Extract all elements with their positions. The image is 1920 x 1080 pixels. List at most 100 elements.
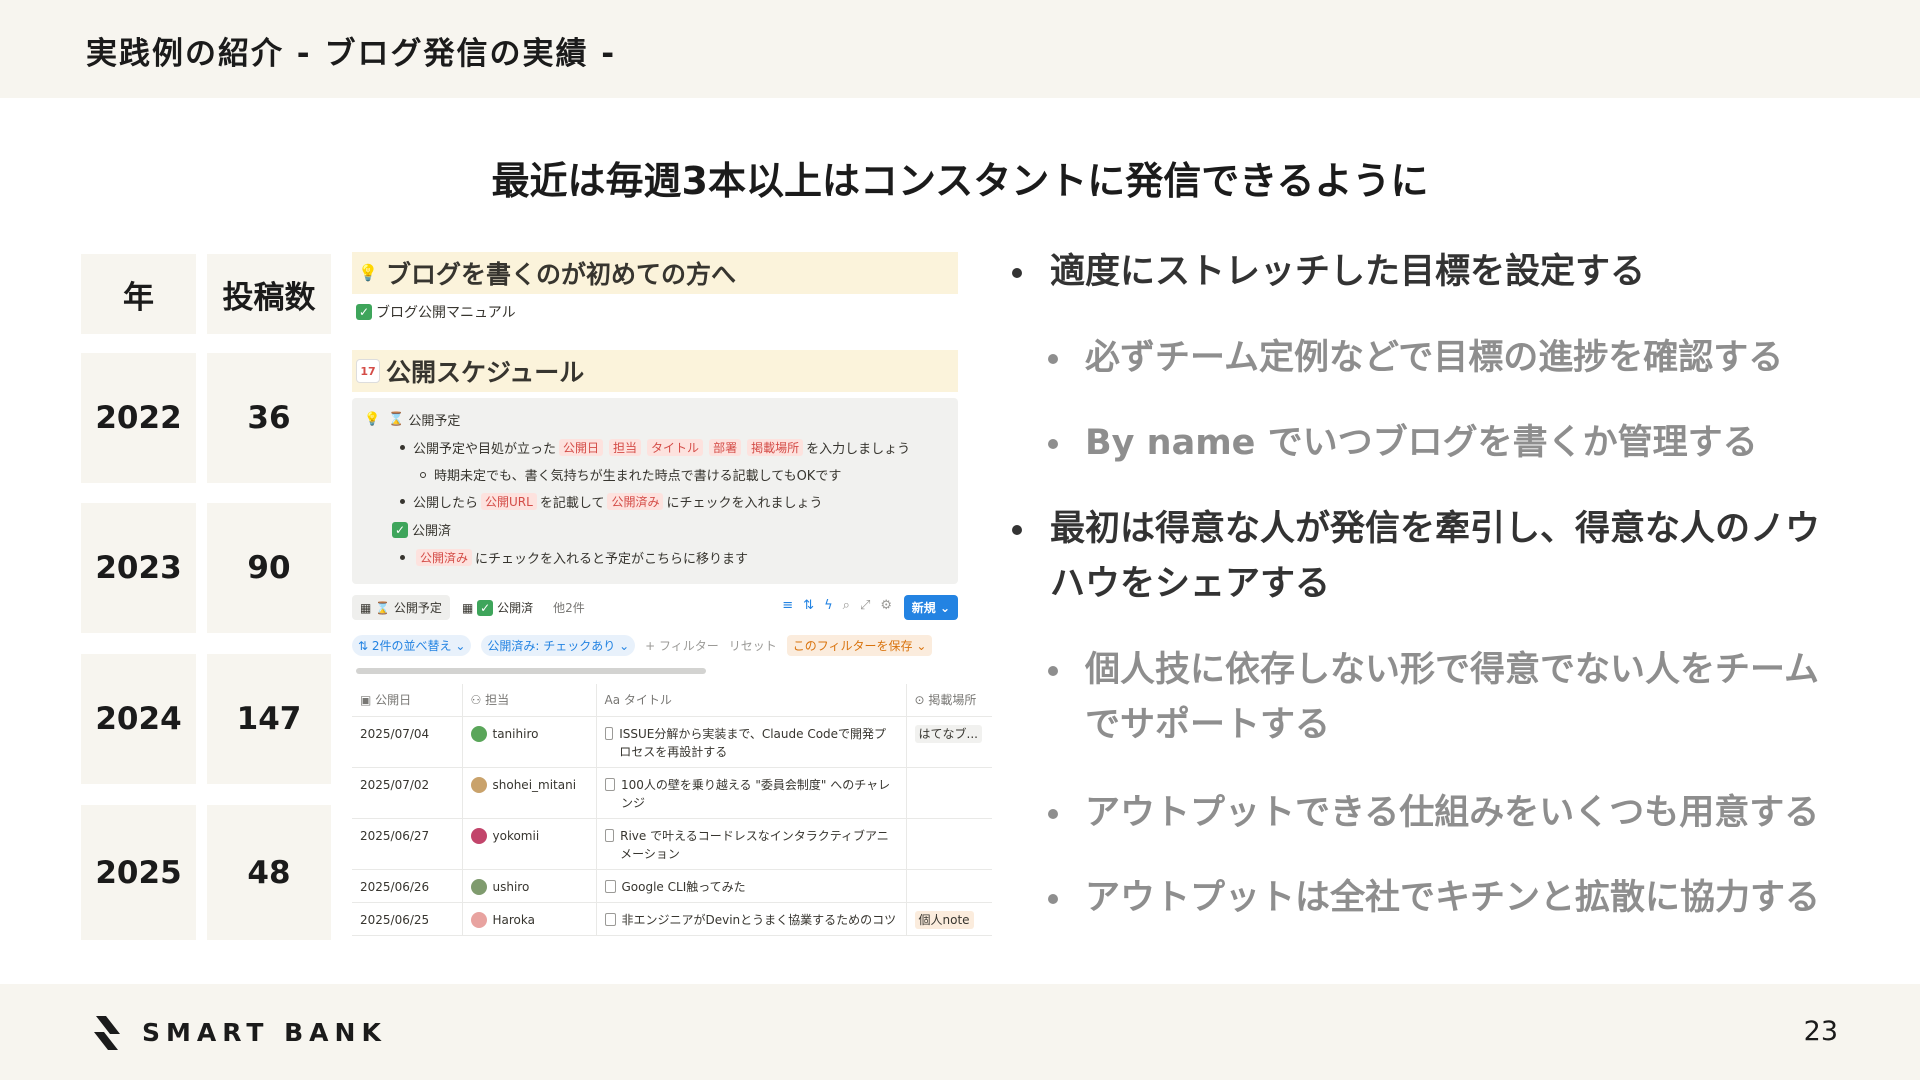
table-row[interactable]: 2025/06/25 Haroka 非エンジニアがDevinとうまく協業するため… bbox=[352, 902, 992, 936]
avatar bbox=[470, 879, 487, 895]
table-row[interactable]: 2025/06/26 ushiro Google CLI触ってみた bbox=[352, 869, 992, 903]
lightning-icon[interactable]: ϟ bbox=[824, 598, 833, 613]
column-label: 公開日 bbox=[375, 693, 412, 708]
callout-text: にチェックを入れると予定がこちらに移ります bbox=[475, 552, 749, 567]
title-text: 非エンジニアがDevinとうまく協業するためのコツ bbox=[621, 912, 897, 927]
title-cell: 非エンジニアがDevinとうまく協業するためのコツ bbox=[596, 902, 907, 936]
bullet-output-system: アウトプットできる仕組みをいくつも用意する bbox=[1012, 786, 1892, 841]
owner-cell: shohei_mitani bbox=[462, 767, 597, 819]
filter-icon[interactable]: ≡ bbox=[782, 598, 793, 613]
new-button[interactable]: 新規 ⌄ bbox=[903, 595, 958, 620]
column-label: タイトル bbox=[623, 693, 672, 708]
bullet-team-support: 個人技に依存しない形で得意でない人をチームでサポートする bbox=[1012, 643, 1842, 753]
checkmark-icon: ✓ bbox=[392, 521, 408, 538]
calendar-icon: 17 bbox=[356, 359, 380, 383]
title-cell: 100人の壁を乗り越える "委員会制度" へのチャレンジ bbox=[596, 767, 907, 819]
guide-heading: 💡 ブログを書くのが初めての方へ bbox=[352, 252, 958, 294]
column-header-owner[interactable]: ⚇ 担当 bbox=[462, 684, 597, 717]
property-tag: 公開済み bbox=[416, 549, 473, 566]
smartbank-logo: SMART BANK bbox=[92, 1012, 387, 1052]
lightbulb-icon: 💡 bbox=[358, 263, 378, 282]
stats-year-cell: 2022 bbox=[81, 353, 196, 483]
table-row[interactable]: 2025/07/02 shohei_mitani 100人の壁を乗り越える "委… bbox=[352, 767, 992, 819]
save-filter-button[interactable]: このフィルターを保存 ⌄ bbox=[786, 634, 933, 656]
property-tag: 公開日 bbox=[559, 439, 604, 456]
bullet-circle bbox=[420, 471, 426, 478]
smartbank-logo-mark-icon bbox=[94, 1016, 120, 1050]
stats-posts-cell: 48 bbox=[207, 805, 331, 940]
headline: 最近は毎週3本以上はコンスタントに発信できるように bbox=[491, 159, 1429, 203]
date-cell: 2025/06/26 bbox=[352, 869, 463, 903]
schedule-callout: 💡 ⌛ 公開予定 公開予定や目処が立った 公開日 担当 タイトル 部署 掲載場所… bbox=[352, 398, 958, 584]
callout-text: 公開予定 bbox=[408, 414, 461, 429]
settings-icon[interactable]: ⚙ bbox=[880, 598, 892, 613]
date-cell: 2025/07/02 bbox=[352, 767, 463, 819]
bullet-text: アウトプットは全社でキチンと拡散に協力する bbox=[1085, 878, 1821, 918]
owner-name: Haroka bbox=[492, 912, 535, 927]
owner-cell: tanihiro bbox=[462, 716, 597, 768]
tab-more[interactable]: 他2件 bbox=[545, 595, 593, 620]
tab-scheduled[interactable]: ▦ ⌛ 公開予定 bbox=[352, 594, 450, 620]
table-row[interactable]: 2025/06/27 yokomii Rive で叶えるコードレスなインタラクテ… bbox=[352, 818, 992, 870]
callout-line-published: ✓ 公開済 bbox=[392, 520, 451, 539]
sort-icon[interactable]: ⇅ bbox=[803, 598, 814, 613]
place-cell bbox=[906, 869, 992, 903]
callout-line-publish: 公開したら 公開URL を記載して 公開済み にチェックを入れましょう bbox=[400, 492, 822, 511]
manual-link-text: ブログ公開マニュアル bbox=[376, 305, 516, 321]
property-tag: 公開済み bbox=[607, 493, 664, 510]
place-cell bbox=[906, 818, 992, 870]
callout-line-instruction: 公開予定や目処が立った 公開日 担当 タイトル 部署 掲載場所 を入力しましょう bbox=[400, 438, 910, 457]
sort-pill-label: 2件の並べ替え bbox=[371, 638, 452, 653]
bullet-dot bbox=[1048, 439, 1058, 449]
published-filter-pill[interactable]: 公開済み: チェックあり ⌄ bbox=[481, 634, 636, 656]
property-tag: 公開URL bbox=[481, 493, 537, 510]
manual-link[interactable]: ✓ ブログ公開マニュアル bbox=[356, 302, 516, 322]
horizontal-scrollbar[interactable] bbox=[356, 668, 706, 674]
bullet-leaders: 最初は得意な人が発信を牽引し、得意な人のノウハウをシェアする bbox=[1012, 502, 1842, 612]
tab-published[interactable]: ▦ ✓ 公開済 bbox=[454, 595, 541, 620]
owner-name: yokomii bbox=[492, 828, 540, 843]
place-cell bbox=[906, 767, 992, 819]
owner-cell: ushiro bbox=[462, 869, 597, 903]
bullet-dot bbox=[400, 499, 405, 504]
callout-text: にチェックを入れましょう bbox=[666, 496, 823, 511]
property-tag: 部署 bbox=[709, 439, 742, 456]
schedule-heading: 17 公開スケジュール bbox=[352, 350, 958, 392]
bullet-dot bbox=[400, 555, 405, 560]
table-row[interactable]: 2025/07/04 tanihiro ISSUE分解から実装まで、Claude… bbox=[352, 716, 992, 768]
callout-text: 公開したら bbox=[413, 496, 479, 511]
page-icon bbox=[604, 828, 615, 842]
callout-text: を入力しましょう bbox=[806, 442, 911, 457]
bullet-dot bbox=[1048, 894, 1058, 904]
avatar bbox=[470, 777, 487, 793]
date-cell: 2025/07/04 bbox=[352, 716, 463, 768]
page-icon bbox=[604, 777, 615, 791]
schedule-heading-text: 公開スケジュール bbox=[386, 358, 585, 387]
avatar bbox=[470, 912, 487, 928]
property-tag: 担当 bbox=[609, 439, 642, 456]
reset-button[interactable]: リセット bbox=[729, 637, 777, 654]
expand-icon[interactable]: ⤢ bbox=[860, 598, 870, 613]
column-header-place[interactable]: ⊙ 掲載場所 bbox=[906, 684, 992, 717]
sort-pill[interactable]: ⇅ 2件の並べ替え ⌄ bbox=[352, 634, 472, 656]
filter-pill-label: 公開済み: チェックあり bbox=[487, 638, 616, 653]
add-filter-button[interactable]: + フィルター bbox=[645, 637, 719, 654]
table-header-row: ▣ 公開日 ⚇ 担当 Aa タイトル ⊙ 掲載場所 bbox=[352, 684, 992, 717]
column-header-title[interactable]: Aa タイトル bbox=[596, 684, 907, 717]
title-text: 100人の壁を乗り越える "委員会制度" へのチャレンジ bbox=[620, 777, 891, 810]
hourglass-icon: ⌛ bbox=[388, 412, 405, 427]
title-text: Google CLI触ってみた bbox=[621, 879, 746, 894]
bullet-goal: 適度にストレッチした目標を設定する bbox=[1012, 245, 1872, 300]
stats-header-posts: 投稿数 bbox=[207, 254, 331, 334]
tab-label: 公開済 bbox=[497, 600, 534, 615]
search-icon[interactable]: ⌕ bbox=[843, 598, 850, 613]
page-icon bbox=[604, 879, 616, 893]
owner-cell: yokomii bbox=[462, 818, 597, 870]
place-cell: はてなブ... bbox=[906, 716, 992, 768]
bullet-dot bbox=[1012, 268, 1022, 278]
stats-header-year: 年 bbox=[81, 254, 196, 334]
stats-year-cell: 2025 bbox=[81, 805, 196, 940]
column-header-date[interactable]: ▣ 公開日 bbox=[352, 684, 463, 717]
date-cell: 2025/06/25 bbox=[352, 902, 463, 936]
bullet-dot bbox=[1048, 809, 1058, 819]
